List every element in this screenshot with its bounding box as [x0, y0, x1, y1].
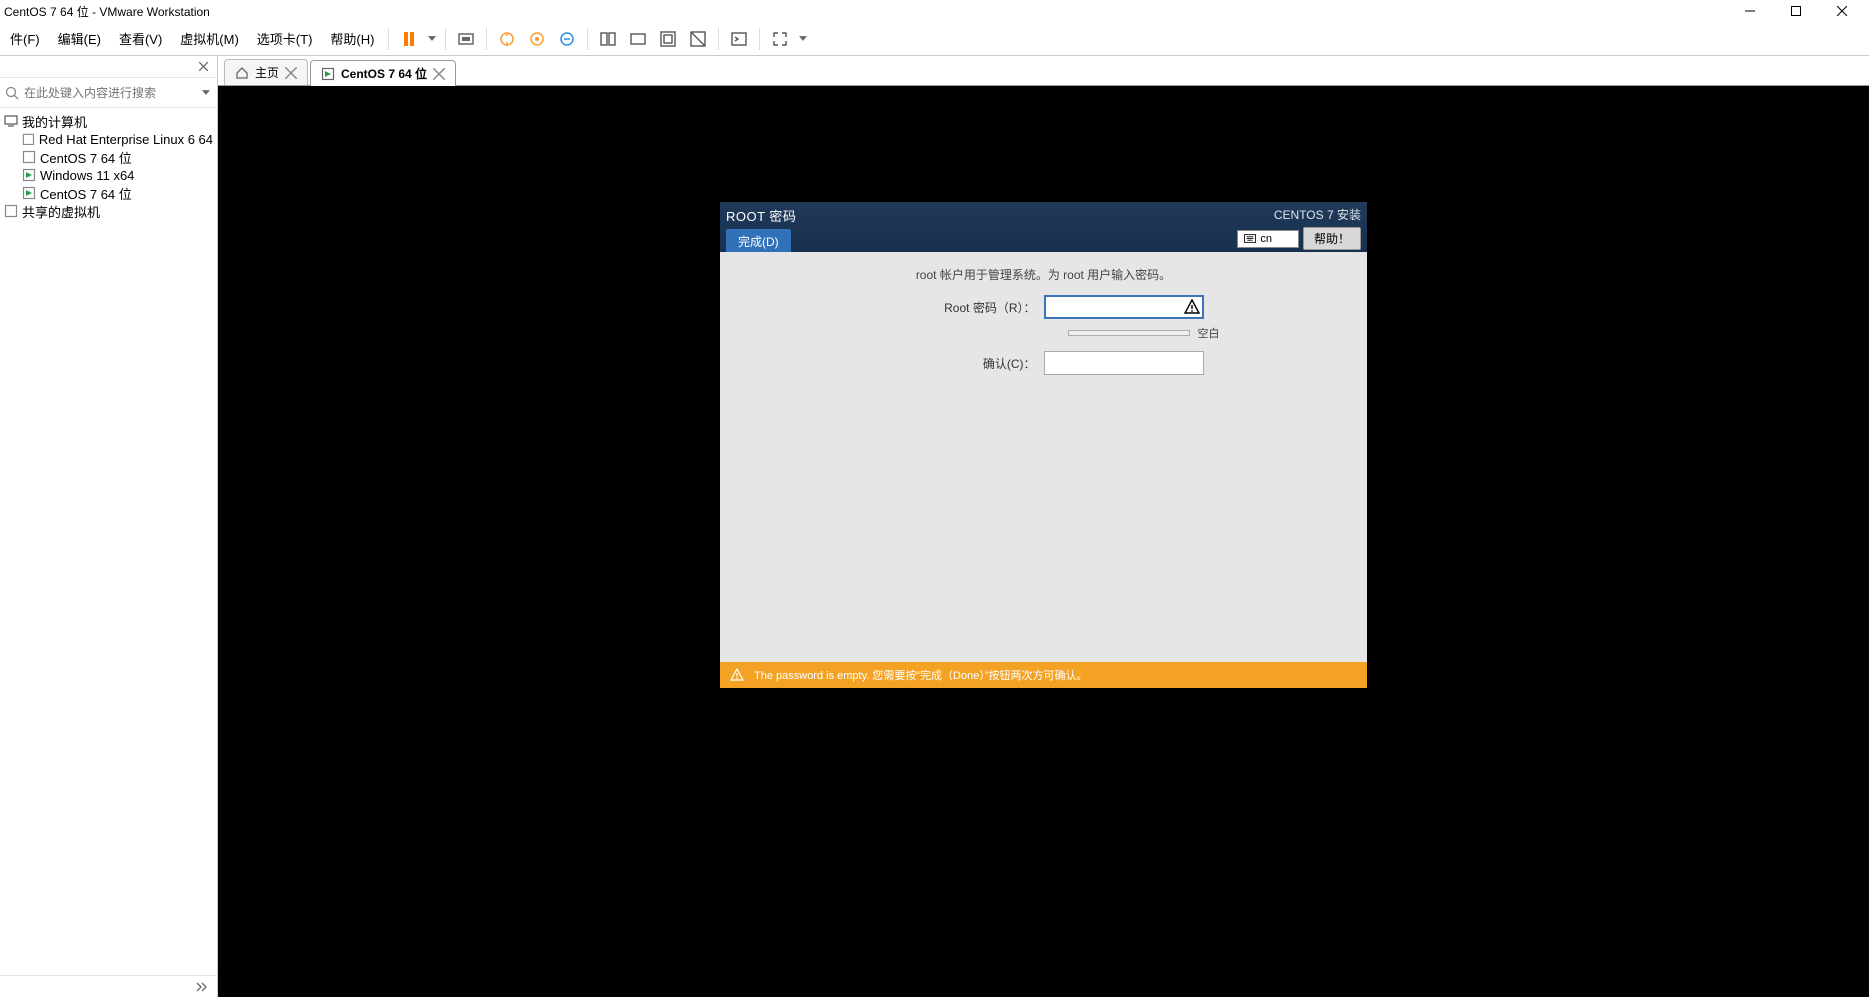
tree-vm-centos2[interactable]: CentOS 7 64 位	[0, 184, 217, 202]
sidebar-close-button[interactable]	[193, 58, 213, 76]
power-dropdown[interactable]	[425, 36, 439, 41]
titlebar-text: CentOS 7 64 位 - VMware Workstation	[4, 3, 210, 20]
password-strength-label: 空白	[1198, 325, 1228, 341]
tree-vm-rhel[interactable]: Red Hat Enterprise Linux 6 64	[0, 130, 217, 148]
tree-shared-vms[interactable]: 共享的虚拟机	[0, 202, 217, 220]
lang-label: cn	[1260, 233, 1272, 245]
revert-snapshot-button[interactable]	[553, 25, 581, 53]
tree-label: CentOS 7 64 位	[40, 148, 132, 167]
sidebar-scroll-right[interactable]	[191, 979, 213, 995]
stretch-guest-button[interactable]	[654, 25, 682, 53]
maximize-button[interactable]	[1773, 0, 1819, 22]
vm-icon	[22, 132, 35, 146]
titlebar: CentOS 7 64 位 - VMware Workstation	[0, 0, 1869, 22]
fit-window-button[interactable]	[624, 25, 652, 53]
install-label: CENTOS 7 安装	[1274, 206, 1361, 223]
tree-vm-centos1[interactable]: CentOS 7 64 位	[0, 148, 217, 166]
tab-close-icon[interactable]	[285, 67, 297, 79]
warning-icon	[1184, 299, 1200, 315]
menu-tabs[interactable]: 选项卡(T)	[249, 25, 321, 52]
guest-description: root 帐户用于管理系统。为 root 用户输入密码。	[728, 266, 1359, 283]
warning-text: The password is empty. 您需要按“完成（Done）”按钮两…	[754, 667, 1088, 683]
fullscreen-button[interactable]	[766, 25, 794, 53]
keyboard-icon	[1244, 234, 1256, 243]
vm-screen[interactable]: ROOT 密码 完成(D) CENTOS 7 安装 cn	[218, 86, 1869, 997]
tree-label: 共享的虚拟机	[22, 202, 100, 221]
password-strength-meter	[1068, 330, 1190, 336]
console-view-button[interactable]	[725, 25, 753, 53]
menubar: 件(F) 编辑(E) 查看(V) 虚拟机(M) 选项卡(T) 帮助(H)	[0, 22, 1869, 56]
tree-vm-win11[interactable]: Windows 11 x64	[0, 166, 217, 184]
vm-running-icon	[22, 186, 36, 200]
tree-label: 我的计算机	[22, 112, 87, 131]
search-icon	[4, 85, 20, 101]
menu-help[interactable]: 帮助(H)	[322, 25, 382, 52]
tab-centos[interactable]: CentOS 7 64 位	[310, 60, 456, 86]
search-dropdown[interactable]	[199, 90, 213, 95]
vm-tree: 我的计算机 Red Hat Enterprise Linux 6 64 Cent…	[0, 108, 217, 975]
snapshot-button[interactable]	[493, 25, 521, 53]
close-button[interactable]	[1819, 0, 1865, 22]
root-password-label: Root 密码（R）：	[836, 299, 1036, 316]
menu-vm[interactable]: 虚拟机(M)	[172, 25, 247, 52]
tab-label: 主页	[255, 64, 279, 81]
tabs-bar: 主页 CentOS 7 64 位	[218, 56, 1869, 86]
menu-file[interactable]: 件(F)	[2, 25, 48, 52]
tab-close-icon[interactable]	[433, 68, 445, 80]
confirm-password-input[interactable]	[1044, 351, 1204, 375]
search-input[interactable]	[24, 86, 195, 100]
send-ctrl-alt-del-button[interactable]	[452, 25, 480, 53]
pause-button[interactable]	[395, 25, 423, 53]
tree-my-computer[interactable]: 我的计算机	[0, 112, 217, 130]
sidebar-search	[0, 78, 217, 108]
shared-icon	[4, 204, 18, 218]
unity-button[interactable]	[684, 25, 712, 53]
snapshot-manager-button[interactable]	[523, 25, 551, 53]
warning-icon	[730, 668, 744, 682]
done-button[interactable]: 完成(D)	[726, 229, 791, 254]
guest-warning-bar: The password is empty. 您需要按“完成（Done）”按钮两…	[720, 662, 1367, 688]
main-area: 我的计算机 Red Hat Enterprise Linux 6 64 Cent…	[0, 56, 1869, 997]
minimize-button[interactable]	[1727, 0, 1773, 22]
guest-header: ROOT 密码 完成(D) CENTOS 7 安装 cn	[720, 202, 1367, 252]
tree-label: CentOS 7 64 位	[40, 184, 132, 203]
sidebar: 我的计算机 Red Hat Enterprise Linux 6 64 Cent…	[0, 56, 218, 997]
help-button[interactable]: 帮助！	[1303, 227, 1361, 250]
guest-title: ROOT 密码	[726, 206, 796, 225]
tree-label: Windows 11 x64	[40, 168, 134, 183]
vm-icon	[22, 150, 36, 164]
vm-running-icon	[321, 67, 335, 81]
confirm-password-label: 确认(C)：	[836, 355, 1036, 372]
tab-label: CentOS 7 64 位	[341, 65, 427, 82]
root-password-input[interactable]	[1044, 295, 1204, 319]
menu-edit[interactable]: 编辑(E)	[50, 25, 109, 52]
keyboard-layout-indicator[interactable]: cn	[1237, 230, 1299, 248]
computer-icon	[4, 114, 18, 128]
fit-guest-button[interactable]	[594, 25, 622, 53]
tab-home[interactable]: 主页	[224, 59, 308, 85]
vm-running-icon	[22, 168, 36, 182]
tree-label: Red Hat Enterprise Linux 6 64	[39, 132, 213, 147]
guest-installer: ROOT 密码 完成(D) CENTOS 7 安装 cn	[720, 202, 1367, 688]
fullscreen-dropdown[interactable]	[796, 36, 810, 41]
home-icon	[235, 66, 249, 80]
guest-body: root 帐户用于管理系统。为 root 用户输入密码。 Root 密码（R）：	[720, 252, 1367, 662]
vm-area: 主页 CentOS 7 64 位 ROOT 密码	[218, 56, 1869, 997]
menu-view[interactable]: 查看(V)	[111, 25, 170, 52]
